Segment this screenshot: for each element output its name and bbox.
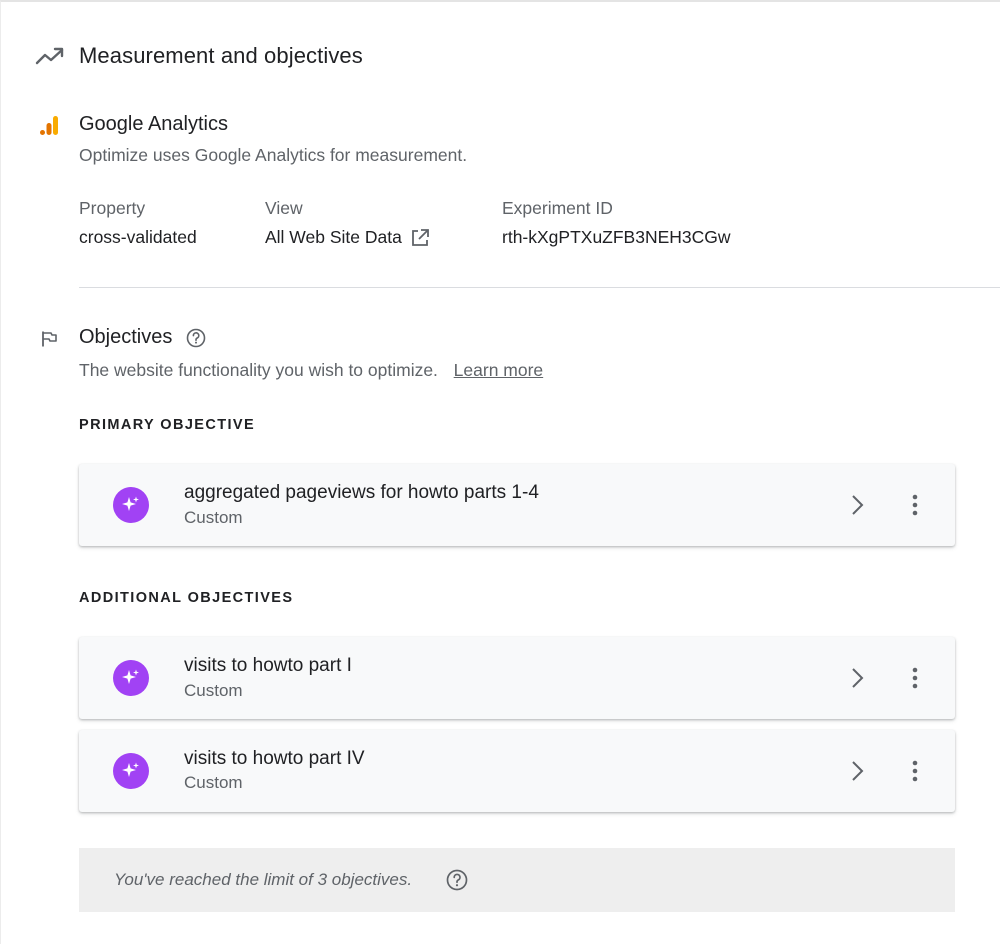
sparkle-icon xyxy=(122,669,139,684)
chevron-right-icon[interactable] xyxy=(845,666,869,690)
section-title: Measurement and objectives xyxy=(79,43,363,68)
flag-icon xyxy=(42,331,57,347)
more-vert-icon[interactable] xyxy=(903,666,927,690)
additional-objectives-header: ADDITIONAL OBJECTIVES xyxy=(79,590,294,606)
learn-more-link[interactable]: Learn more xyxy=(454,360,544,380)
primary-objective-card[interactable]: aggregated pageviews for howto parts 1-4… xyxy=(79,464,955,546)
help-icon[interactable] xyxy=(445,868,469,892)
more-vert-icon[interactable] xyxy=(903,493,927,517)
view-label: View xyxy=(265,198,303,218)
objectives-title: Objectives xyxy=(79,326,173,348)
more-vert-icon[interactable] xyxy=(903,759,927,783)
sparkle-avatar xyxy=(113,660,149,696)
objectives-description: The website functionality you wish to op… xyxy=(79,360,438,380)
primary-objective-header: PRIMARY OBJECTIVE xyxy=(79,417,256,433)
objective-name: visits to howto part IV xyxy=(184,748,365,769)
property-value: cross-validated xyxy=(79,227,197,247)
sparkle-icon xyxy=(122,496,139,511)
objectives-description-row: The website functionality you wish to op… xyxy=(79,360,543,381)
additional-objective-card[interactable]: visits to howto part IV Custom xyxy=(79,730,955,812)
objective-type: Custom xyxy=(184,508,243,527)
analytics-bars-icon xyxy=(40,116,58,135)
help-icon[interactable] xyxy=(186,328,206,348)
objective-name: visits to howto part I xyxy=(184,655,352,676)
limit-notice-text: You've reached the limit of 3 objectives… xyxy=(114,870,413,889)
view-value: All Web Site Data xyxy=(265,227,402,247)
trending-up-icon xyxy=(35,47,64,65)
analytics-description: Optimize uses Google Analytics for measu… xyxy=(79,145,468,165)
objective-limit-notice: You've reached the limit of 3 objectives… xyxy=(79,848,955,912)
objectives-heading: Objectives xyxy=(79,326,206,349)
sparkle-avatar xyxy=(113,753,149,789)
sparkle-avatar xyxy=(113,487,149,523)
objective-type: Custom xyxy=(184,681,243,700)
experiment-id-label: Experiment ID xyxy=(502,198,613,218)
chevron-right-icon[interactable] xyxy=(845,759,869,783)
open-in-new-icon xyxy=(411,228,429,246)
property-label: Property xyxy=(79,198,146,218)
view-link[interactable]: All Web Site Data xyxy=(265,227,430,248)
analytics-title: Google Analytics xyxy=(79,113,228,135)
section-divider xyxy=(79,287,1000,288)
sparkle-icon xyxy=(122,762,139,777)
experiment-id-value: rth-kXgPTXuZFB3NEH3CGw xyxy=(502,227,731,247)
measurement-panel: Measurement and objectives Google Analyt… xyxy=(0,0,1000,944)
chevron-right-icon[interactable] xyxy=(845,493,869,517)
objective-name: aggregated pageviews for howto parts 1-4 xyxy=(184,482,539,503)
additional-objective-card[interactable]: visits to howto part I Custom xyxy=(79,637,955,719)
objective-type: Custom xyxy=(184,773,243,792)
